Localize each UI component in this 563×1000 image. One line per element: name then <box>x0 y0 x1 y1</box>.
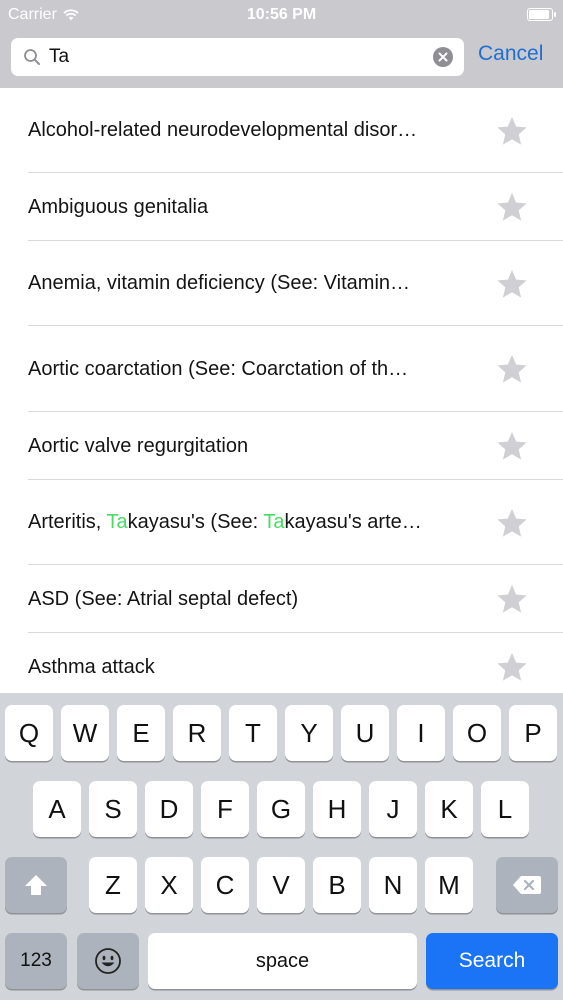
key-x[interactable]: X <box>145 857 193 913</box>
result-label: Arteritis, Takayasu's (See: Takayasu's a… <box>28 511 488 534</box>
result-text: kayasu's (See: <box>127 511 264 533</box>
result-label: Aortic valve regurgitation <box>28 434 249 457</box>
key-v[interactable]: V <box>257 857 305 913</box>
key-y[interactable]: Y <box>285 705 333 761</box>
search-key[interactable]: Search <box>426 933 558 989</box>
favorite-star-icon[interactable] <box>496 353 528 385</box>
battery-icon <box>527 8 556 21</box>
results-list: Alcohol-related neurodevelopmental disor… <box>0 88 563 693</box>
list-item[interactable]: Arteritis, Takayasu's (See: Takayasu's a… <box>0 480 563 565</box>
key-h[interactable]: H <box>313 781 361 837</box>
clear-text-icon[interactable] <box>433 47 453 67</box>
result-label: Ambiguous genitalia <box>28 195 209 218</box>
delete-button[interactable] <box>496 857 558 913</box>
key-k[interactable]: K <box>425 781 473 837</box>
cancel-button[interactable]: Cancel <box>478 42 543 66</box>
shift-arrow-icon <box>25 875 47 895</box>
favorite-star-icon[interactable] <box>496 191 528 223</box>
favorite-star-icon[interactable] <box>496 651 528 683</box>
key-r[interactable]: R <box>173 705 221 761</box>
emoji-icon <box>95 948 121 974</box>
key-d[interactable]: D <box>145 781 193 837</box>
favorite-star-icon[interactable] <box>496 268 528 300</box>
search-icon <box>21 46 43 68</box>
match-highlight: Ta <box>106 511 128 533</box>
favorite-star-icon[interactable] <box>496 583 528 615</box>
key-s[interactable]: S <box>89 781 137 837</box>
favorite-star-icon[interactable] <box>496 430 528 462</box>
key-b[interactable]: B <box>313 857 361 913</box>
key-g[interactable]: G <box>257 781 305 837</box>
key-e[interactable]: E <box>117 705 165 761</box>
search-input[interactable] <box>49 42 433 72</box>
result-label: Anemia, vitamin deficiency (See: Vitamin… <box>28 272 411 294</box>
search-header: Carrier 10:56 PM Cancel <box>0 0 563 88</box>
list-item[interactable]: Alcohol-related neurodevelopmental disor… <box>0 88 563 173</box>
key-w[interactable]: W <box>61 705 109 761</box>
result-label: Asthma attack <box>28 655 155 678</box>
list-item[interactable]: ASD (See: Atrial septal defect) <box>0 565 563 633</box>
search-field[interactable] <box>11 38 464 76</box>
status-time: 10:56 PM <box>246 6 317 23</box>
favorite-star-icon[interactable] <box>496 115 528 147</box>
numbers-key[interactable]: 123 <box>5 933 67 989</box>
key-o[interactable]: O <box>453 705 501 761</box>
key-a[interactable]: A <box>33 781 81 837</box>
status-bar: Carrier 10:56 PM <box>0 0 563 30</box>
key-q[interactable]: Q <box>5 705 53 761</box>
list-item[interactable]: Ambiguous genitalia <box>0 173 563 241</box>
list-item[interactable]: Anemia, vitamin deficiency (See: Vitamin… <box>0 241 563 326</box>
key-p[interactable]: P <box>509 705 557 761</box>
favorite-star-icon[interactable] <box>496 507 528 539</box>
backspace-icon <box>513 876 541 894</box>
key-l[interactable]: L <box>481 781 529 837</box>
key-i[interactable]: I <box>397 705 445 761</box>
result-text: Arteritis, <box>28 511 107 533</box>
keyboard: Q W E R T Y U I O P A S D F G H J K L Z … <box>0 693 563 1000</box>
key-t[interactable]: T <box>229 705 277 761</box>
key-c[interactable]: C <box>201 857 249 913</box>
key-z[interactable]: Z <box>89 857 137 913</box>
space-key[interactable]: space <box>148 933 417 989</box>
list-item[interactable]: Aortic coarctation (See: Coarctation of … <box>0 326 563 412</box>
result-text: kayasu's arte… <box>284 511 422 533</box>
emoji-key[interactable] <box>77 933 139 989</box>
list-item[interactable]: Asthma attack <box>0 633 563 693</box>
list-item[interactable]: Aortic valve regurgitation <box>0 412 563 480</box>
key-m[interactable]: M <box>425 857 473 913</box>
result-label: Alcohol-related neurodevelopmental disor… <box>28 119 418 141</box>
shift-button[interactable] <box>5 857 67 913</box>
key-u[interactable]: U <box>341 705 389 761</box>
battery-level <box>529 10 549 19</box>
match-highlight: Ta <box>263 511 285 533</box>
result-label: Aortic coarctation (See: Coarctation of … <box>28 357 409 380</box>
key-f[interactable]: F <box>201 781 249 837</box>
result-label: ASD (See: Atrial septal defect) <box>28 587 299 610</box>
key-j[interactable]: J <box>369 781 417 837</box>
key-n[interactable]: N <box>369 857 417 913</box>
